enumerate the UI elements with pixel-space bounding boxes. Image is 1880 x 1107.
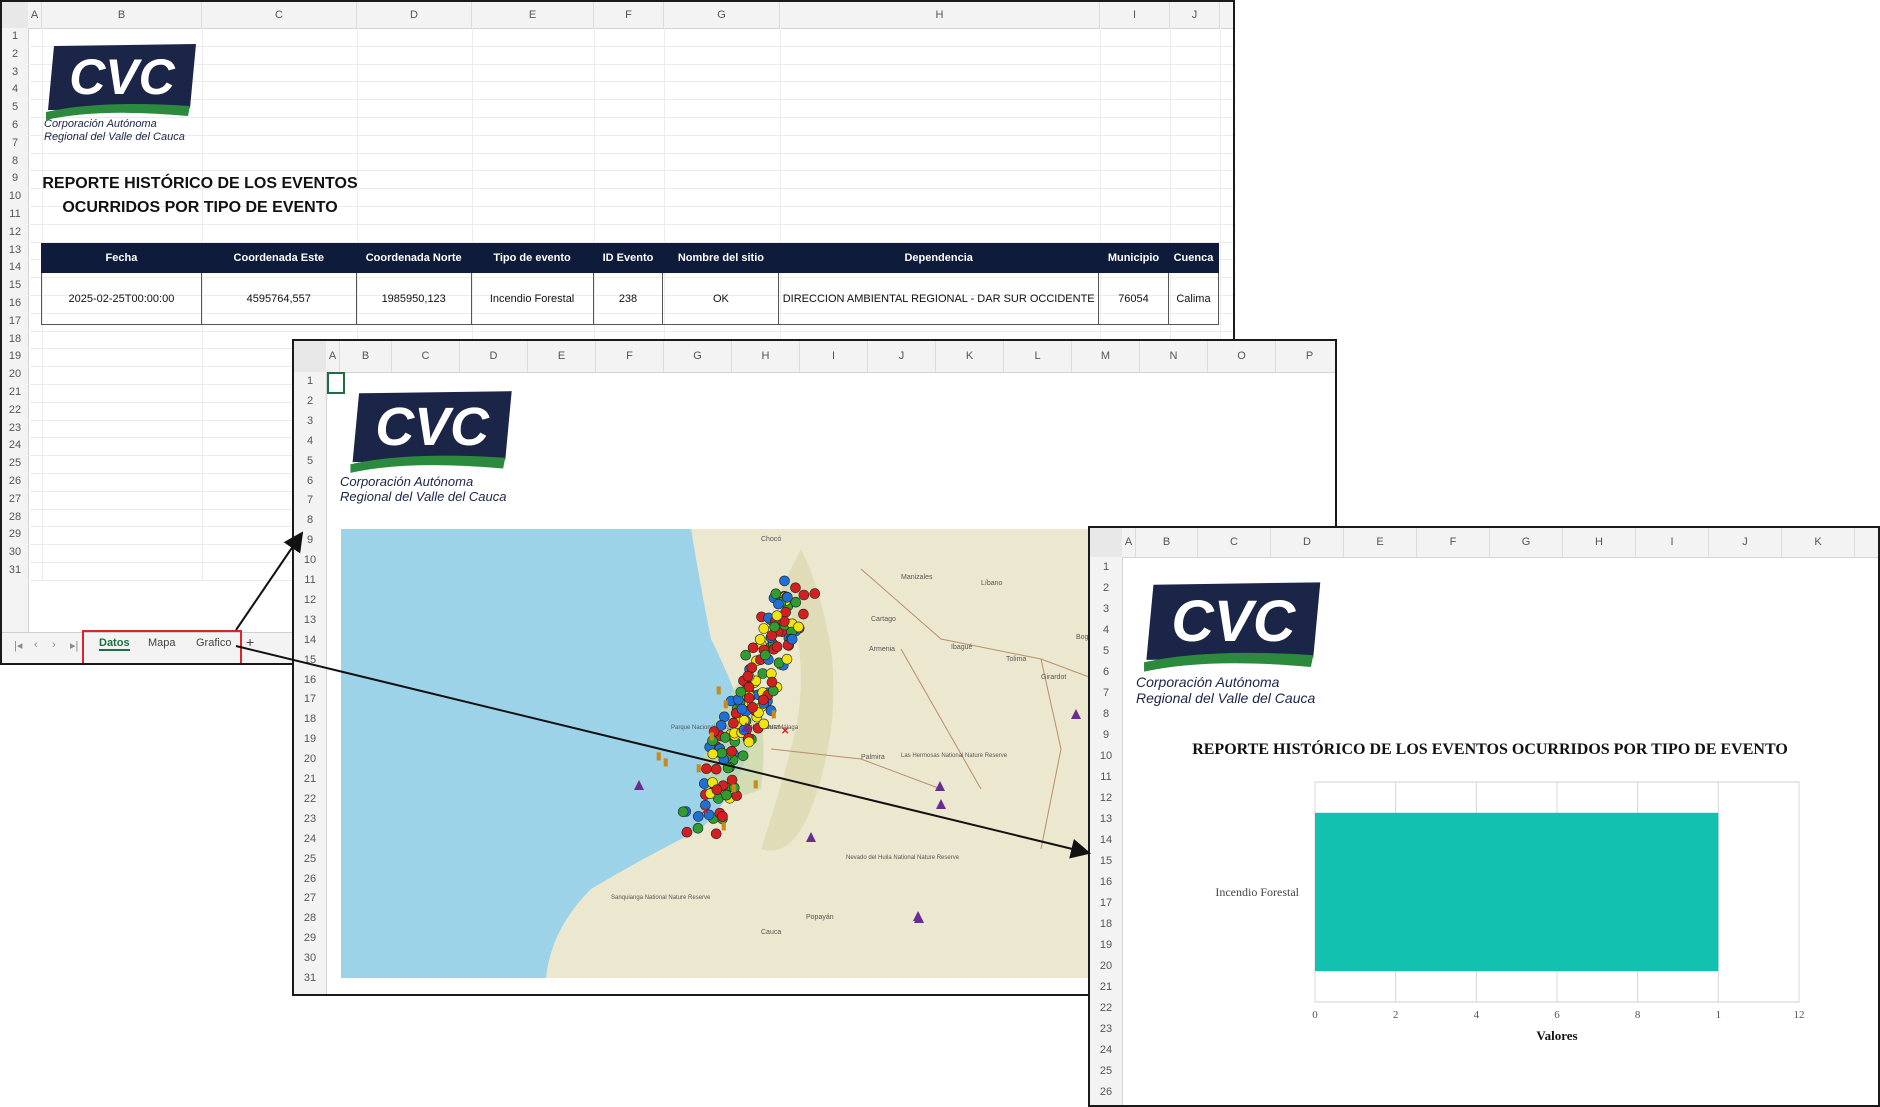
arrow-to-mapa [235, 531, 304, 631]
connector-arrows [235, 531, 1091, 859]
arrow-to-grafico [235, 645, 1091, 859]
